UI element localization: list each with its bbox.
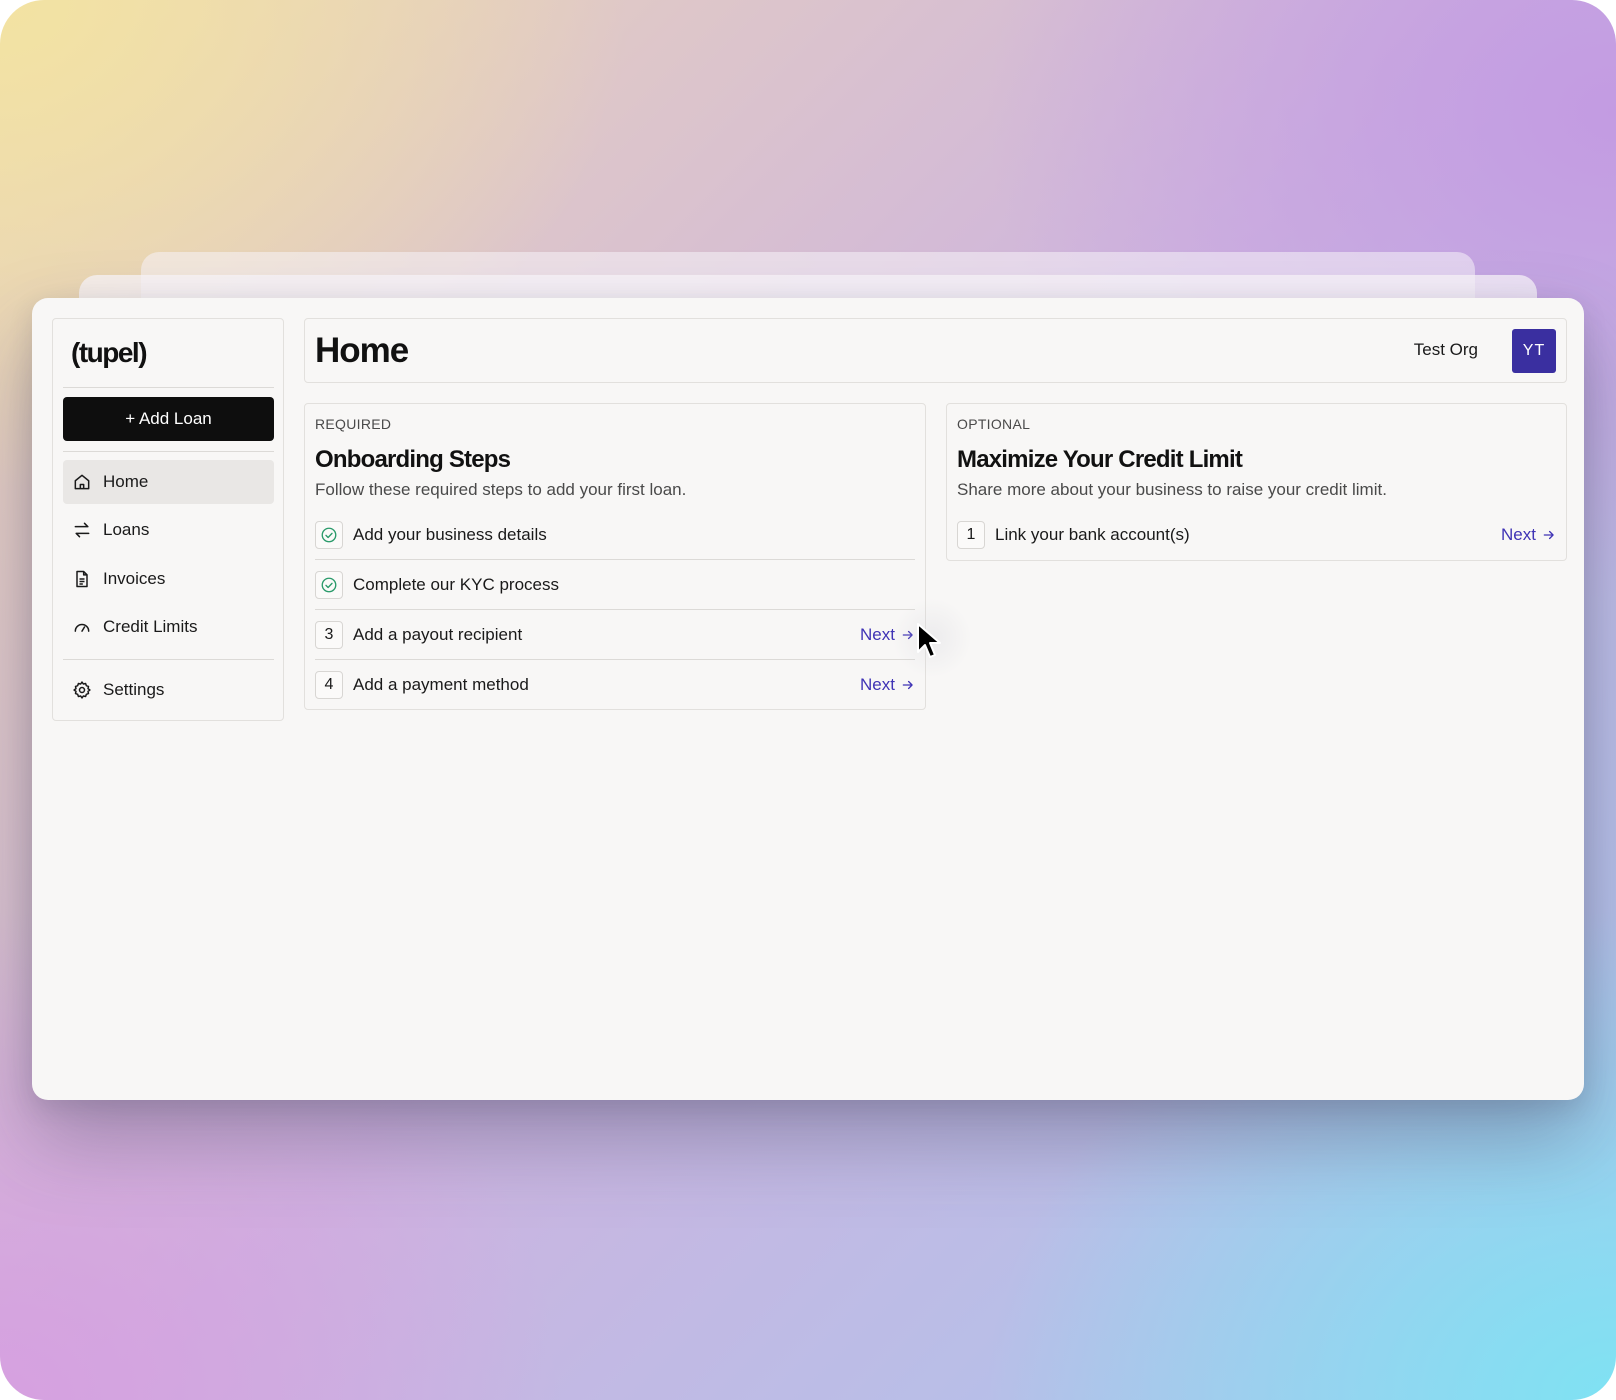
step-row-payment-method: 4 Add a payment method Next [315,660,915,710]
sidebar-divider [63,387,274,388]
page-title: Home [315,331,409,370]
card-subtitle: Follow these required steps to add your … [315,480,687,499]
sidebar-item-label: Settings [103,680,165,699]
sidebar-item-loans[interactable]: Loans [63,508,274,552]
sidebar-item-label: Invoices [103,569,166,588]
step-row-business-details: Add your business details [315,510,915,560]
step-label: Add a payout recipient [353,624,523,644]
step-row-link-bank: 1 Link your bank account(s) Next [957,510,1556,560]
next-link[interactable]: Next [860,675,915,695]
next-link[interactable]: Next [1501,525,1556,545]
step-label: Add your business details [353,524,547,544]
sidebar-item-credit-limits[interactable]: Credit Limits [63,605,274,649]
sidebar-item-label: Credit Limits [103,617,198,636]
org-switcher[interactable]: Test Org [1414,340,1478,360]
step-label: Link your bank account(s) [995,525,1190,544]
next-link-label: Next [1501,525,1536,544]
sidebar-item-home[interactable]: Home [63,460,274,504]
step-row-payout-recipient: 3 Add a payout recipient Next [315,610,915,660]
document-icon [71,568,93,590]
gear-icon [71,679,93,701]
card-title: Onboarding Steps [315,446,511,473]
card-eyebrow: OPTIONAL [957,416,1031,432]
arrows-exchange-icon [71,519,93,541]
arrow-right-icon [1543,530,1554,540]
add-loan-button[interactable]: + Add Loan [63,397,274,441]
onboarding-steps-card: REQUIRED Onboarding Steps Follow these r… [304,403,926,710]
page-header: Home Test Org YT [304,318,1567,383]
home-icon [71,471,93,493]
step-label: Add a payment method [353,675,529,694]
sidebar-divider [63,451,274,452]
sidebar-item-settings[interactable]: Settings [63,668,274,712]
step-number: 1 [957,521,985,549]
check-circle-icon [315,570,343,599]
arrow-right-icon [902,680,913,690]
sidebar-divider [63,659,274,660]
step-row-kyc: Complete our KYC process [315,560,915,610]
mouse-cursor-icon [917,623,941,658]
credit-limit-card: OPTIONAL Maximize Your Credit Limit Shar… [946,403,1567,561]
card-eyebrow: REQUIRED [315,416,392,432]
step-label: Complete our KYC process [353,574,559,594]
next-link-label: Next [860,675,895,694]
sidebar-item-invoices[interactable]: Invoices [63,557,274,601]
app-window: (tupel) + Add Loan Home Loans Invoices C… [32,298,1584,1100]
avatar[interactable]: YT [1512,329,1556,373]
next-link-label: Next [860,624,895,644]
card-subtitle: Share more about your business to raise … [957,480,1387,499]
sidebar-item-label: Loans [103,520,150,539]
brand-logo[interactable]: (tupel) [71,337,148,369]
step-number: 3 [315,620,343,649]
step-number: 4 [315,671,343,699]
sidebar-item-label: Home [103,472,149,491]
sidebar: (tupel) + Add Loan Home Loans Invoices C… [52,318,284,721]
gauge-icon [71,616,93,638]
check-circle-icon [315,520,343,549]
card-title: Maximize Your Credit Limit [957,446,1243,473]
